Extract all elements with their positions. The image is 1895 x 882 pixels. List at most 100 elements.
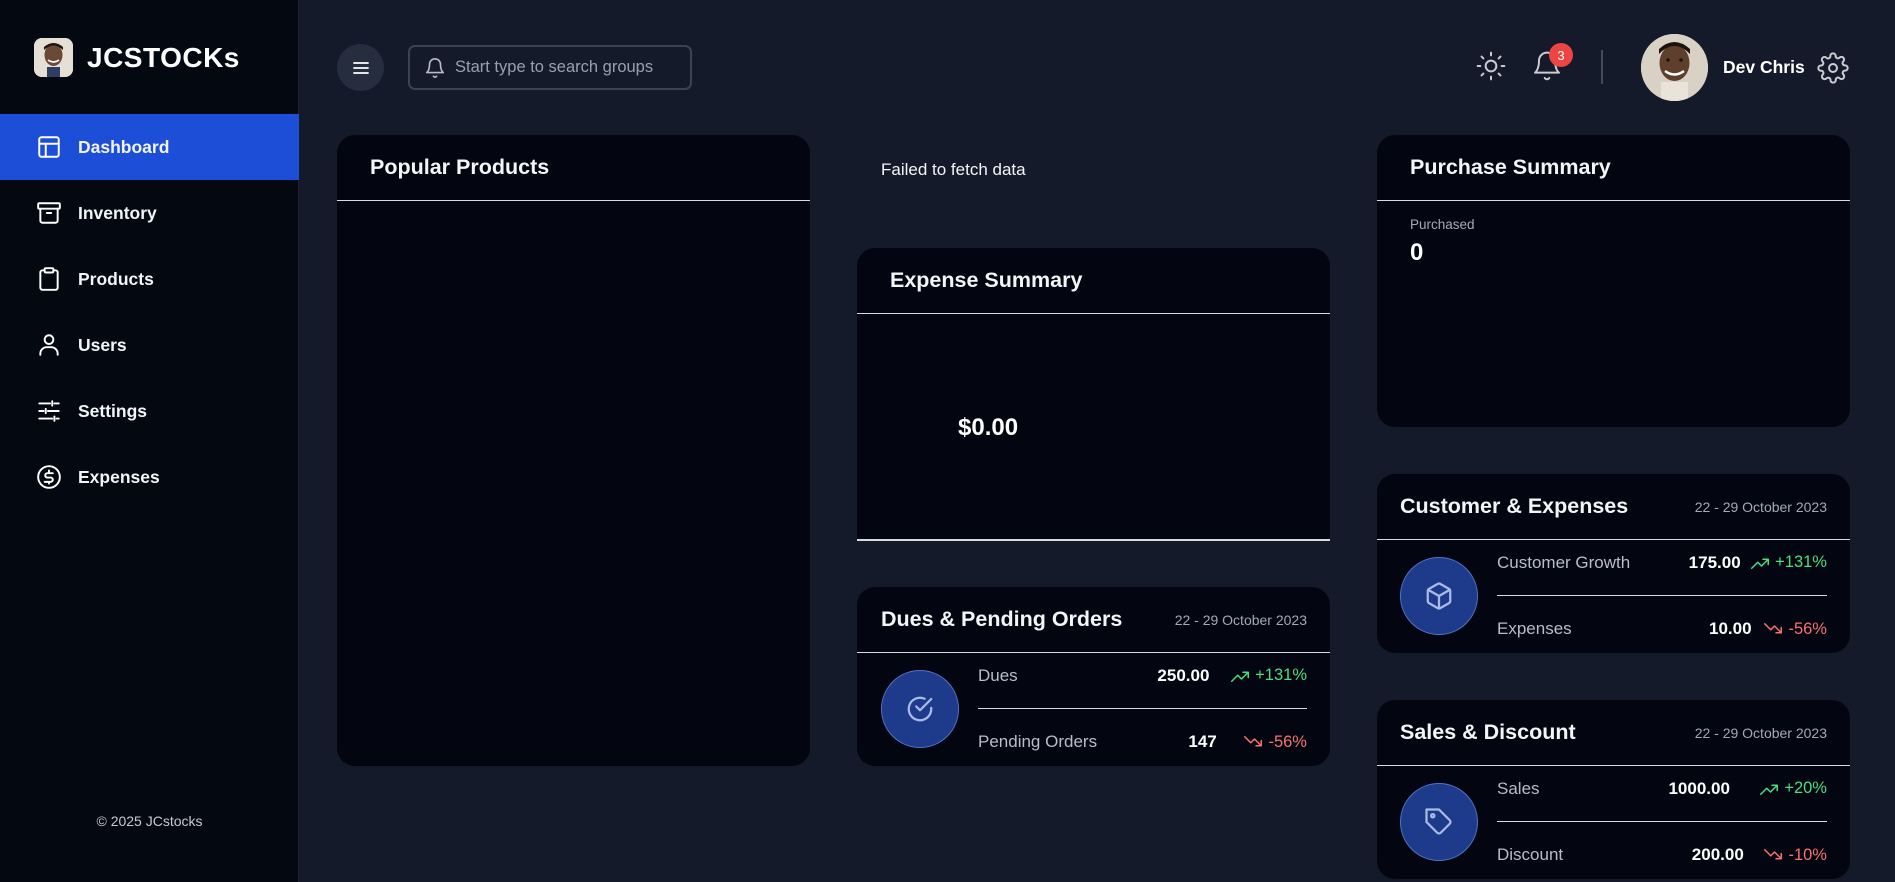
- row-divider: [978, 707, 1307, 710]
- box-icon: [1426, 582, 1452, 610]
- stat-value: 147: [1188, 732, 1217, 752]
- stat-change-text: +20%: [1784, 779, 1827, 798]
- row-divider: [1497, 820, 1827, 823]
- sidebar-item-label: Settings: [78, 400, 148, 421]
- card-header: Expense Summary: [857, 248, 1330, 314]
- user-name: Dev Chris: [1723, 57, 1805, 77]
- date-range: 22 - 29 October 2023: [1694, 498, 1827, 515]
- menu-icon: [352, 61, 369, 74]
- stat-icon-circle: [881, 670, 959, 748]
- sidebar-item-settings[interactable]: Settings: [0, 378, 299, 444]
- date-range: 22 - 29 October 2023: [1174, 611, 1307, 628]
- stat-row: Expenses 10.00 -56%: [1497, 614, 1827, 644]
- purchased-label: Purchased: [1410, 217, 1475, 232]
- sun-icon: [1476, 51, 1506, 81]
- stat-label: Pending Orders: [978, 732, 1098, 752]
- sidebar-item-label: Expenses: [78, 466, 160, 487]
- stat-change: +131%: [1231, 666, 1307, 685]
- archive-icon: [37, 202, 61, 224]
- sidebar-item-users[interactable]: Users: [0, 312, 299, 378]
- stat-change: -10%: [1764, 846, 1827, 865]
- trending-down-icon: [1764, 849, 1783, 860]
- search-input[interactable]: [455, 58, 665, 77]
- stat-row: Sales 1000.00 +20%: [1497, 774, 1827, 804]
- dollar-circle-icon: [37, 465, 61, 489]
- stat-rows: Dues 250.00 +131% Pending Orders 147 -56…: [978, 661, 1307, 758]
- card-header: Popular Products: [337, 135, 810, 201]
- stat-label: Sales: [1497, 778, 1540, 798]
- sidebar-item-label: Products: [78, 268, 154, 289]
- sidebar-nav: Dashboard Inventory Products Users Setti…: [0, 114, 299, 510]
- popular-products-card: Popular Products: [337, 135, 810, 766]
- sidebar-item-dashboard[interactable]: Dashboard: [0, 114, 299, 180]
- expense-summary-divider: [857, 539, 1330, 541]
- check-circle-icon: [907, 696, 933, 722]
- stat-value: 200.00: [1691, 845, 1744, 865]
- stat-change: -56%: [1764, 620, 1827, 639]
- stat-change-text: +131%: [1255, 666, 1307, 685]
- card-title: Purchase Summary: [1410, 155, 1611, 179]
- stat-label: Discount: [1497, 845, 1564, 865]
- sliders-icon: [38, 400, 60, 422]
- card-title: Customer & Expenses: [1400, 494, 1629, 518]
- purchase-summary-card: Purchase Summary Purchased 0: [1377, 135, 1850, 427]
- brand-name: JCSTOCKs: [87, 41, 240, 73]
- card-header: Purchase Summary: [1377, 135, 1850, 201]
- gear-icon: [1817, 52, 1849, 84]
- stat-icon-circle: [1400, 557, 1478, 635]
- stat-rows: Customer Growth 175.00 +131% Expenses 10…: [1497, 548, 1827, 645]
- purchased-value: 0: [1410, 239, 1424, 266]
- stat-value: 10.00: [1709, 619, 1752, 639]
- trending-up-icon: [1231, 671, 1250, 682]
- card-header: Customer & Expenses 22 - 29 October 2023: [1377, 474, 1850, 540]
- row-divider: [1497, 594, 1827, 597]
- trending-up-icon: [1760, 784, 1779, 795]
- user-avatar[interactable]: [1641, 34, 1708, 101]
- card-header: Sales & Discount 22 - 29 October 2023: [1377, 700, 1850, 766]
- stat-icon-circle: [1400, 783, 1478, 861]
- stat-change-text: -56%: [1268, 732, 1307, 751]
- stat-change: +131%: [1751, 553, 1827, 572]
- card-header: Dues & Pending Orders 22 - 29 October 20…: [857, 587, 1330, 653]
- stat-label: Expenses: [1497, 619, 1572, 639]
- layout-icon: [38, 136, 60, 158]
- customer-expenses-card: Customer & Expenses 22 - 29 October 2023…: [1377, 474, 1850, 653]
- card-title: Popular Products: [370, 155, 550, 179]
- stat-label: Dues: [978, 665, 1018, 685]
- trending-down-icon: [1244, 736, 1263, 747]
- sales-discount-card: Sales & Discount 22 - 29 October 2023 Sa…: [1377, 700, 1850, 879]
- stat-row: Dues 250.00 +131%: [978, 661, 1307, 691]
- stat-label: Customer Growth: [1497, 552, 1631, 572]
- brand[interactable]: JCSTOCKs: [34, 38, 240, 77]
- brand-logo-avatar: [34, 38, 73, 77]
- date-range: 22 - 29 October 2023: [1694, 724, 1827, 741]
- menu-toggle-button[interactable]: [337, 44, 384, 91]
- stat-row: Discount 200.00 -10%: [1497, 840, 1827, 870]
- stat-block: Sales 1000.00 +20% Discount 200.00 -10%: [1377, 766, 1850, 878]
- sidebar-item-expenses[interactable]: Expenses: [0, 444, 299, 510]
- stat-rows: Sales 1000.00 +20% Discount 200.00 -10%: [1497, 774, 1827, 871]
- notification-badge: 3: [1549, 43, 1573, 67]
- trending-down-icon: [1764, 623, 1783, 634]
- error-message: Failed to fetch data: [881, 160, 1026, 179]
- stat-value: 1000.00: [1668, 778, 1730, 798]
- expense-amount: $0.00: [958, 414, 1019, 441]
- stat-block: Customer Growth 175.00 +131% Expenses 10…: [1377, 540, 1850, 652]
- theme-toggle-button[interactable]: [1473, 48, 1509, 84]
- stat-value: 175.00: [1688, 552, 1741, 572]
- header-divider: [1601, 50, 1603, 84]
- stat-change-text: -10%: [1788, 845, 1827, 864]
- dues-pending-card: Dues & Pending Orders 22 - 29 October 20…: [857, 587, 1330, 766]
- sidebar-item-products[interactable]: Products: [0, 246, 299, 312]
- stat-change: +20%: [1760, 779, 1827, 798]
- search-box[interactable]: [408, 45, 692, 90]
- card-title: Dues & Pending Orders: [881, 607, 1123, 631]
- user-icon: [39, 334, 59, 356]
- sidebar-item-label: Users: [78, 334, 127, 355]
- expense-summary-card: Expense Summary $0.00: [857, 248, 1330, 539]
- sidebar-item-inventory[interactable]: Inventory: [0, 180, 299, 246]
- stat-value: 250.00: [1157, 665, 1210, 685]
- sidebar-item-label: Dashboard: [78, 136, 170, 157]
- tag-icon: [1425, 808, 1452, 835]
- settings-button[interactable]: [1815, 50, 1851, 86]
